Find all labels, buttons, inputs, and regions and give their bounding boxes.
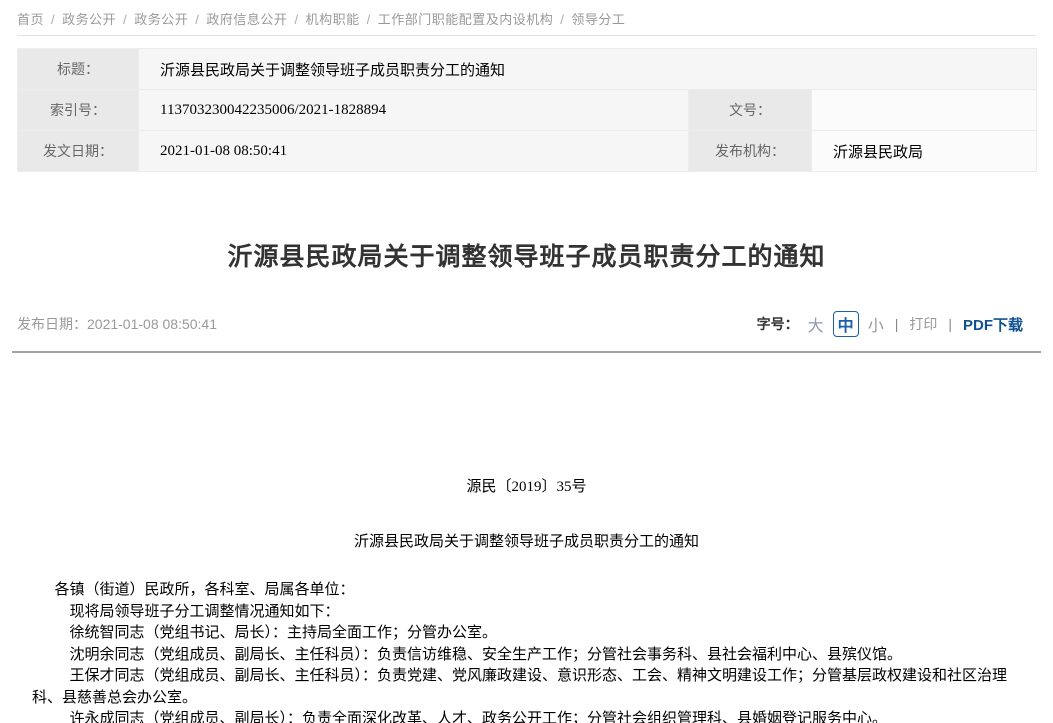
toolbar-separator: | [948, 316, 952, 332]
publish-date-label: 发布日期： [17, 316, 87, 332]
breadcrumb-divider [17, 35, 1036, 36]
breadcrumb-separator: / [51, 12, 55, 27]
breadcrumb-item-info-disclosure[interactable]: 政府信息公开 [206, 12, 287, 27]
font-size-large-button[interactable]: 大 [808, 312, 824, 336]
metadata-table: 标题： 沂源县民政局关于调整领导班子成员职责分工的通知 索引号： 1137032… [17, 48, 1036, 172]
breadcrumb-item-zwgk-1[interactable]: 政务公开 [62, 12, 116, 27]
breadcrumb: 首页 / 政务公开 / 政务公开 / 政府信息公开 / 机构职能 / 工作部门职能配置及内设机构 / 领… [0, 0, 1053, 28]
publish-date-value: 2021-01-08 08:50:41 [87, 316, 217, 332]
publish-date: 发布日期：2021-01-08 08:50:41 [17, 314, 217, 334]
article-toolbar: 字号： 大 中 小 | 打印 | PDF下载 [757, 311, 1023, 337]
meta-doc-number-label: 文号： [689, 90, 811, 130]
meta-index-value: 113703230042235006/2021-1828894 [139, 90, 688, 130]
font-size-medium-button[interactable]: 中 [833, 311, 859, 337]
breadcrumb-separator: / [123, 12, 127, 27]
breadcrumb-separator: / [367, 12, 371, 27]
meta-publisher-label: 发布机构： [689, 131, 811, 171]
page: 首页 / 政务公开 / 政务公开 / 政府信息公开 / 机构职能 / 工作部门职能配置及内设机构 / 领… [0, 0, 1053, 723]
breadcrumb-item-leadership[interactable]: 领导分工 [571, 12, 625, 27]
breadcrumb-item-dept-config[interactable]: 工作部门职能配置及内设机构 [378, 12, 554, 27]
meta-issue-date-label: 发文日期： [18, 131, 138, 171]
font-size-small-button[interactable]: 小 [868, 312, 884, 336]
publish-row: 发布日期：2021-01-08 08:50:41 字号： 大 中 小 | 打印 … [17, 311, 1023, 337]
meta-publisher-value: 沂源县民政局 [812, 131, 1036, 171]
breadcrumb-item-functions[interactable]: 机构职能 [306, 12, 360, 27]
doc-ref-number: 源民〔2019〕35号 [32, 477, 1021, 499]
font-size-label: 字号： [757, 314, 799, 334]
pdf-download-button[interactable]: PDF下载 [963, 314, 1023, 335]
print-button[interactable]: 打印 [909, 314, 937, 334]
doc-paragraph: 徐统智同志（党组书记、局长）：主持局全面工作；分管办公室。 [32, 623, 1021, 645]
meta-title-value: 沂源县民政局关于调整领导班子成员职责分工的通知 [139, 49, 1036, 89]
meta-index-label: 索引号： [18, 90, 138, 130]
doc-paragraph: 许永成同志（党组成员、副局长）：负责全面深化改革、人才、政务公开工作；分管社会组… [32, 709, 1021, 723]
breadcrumb-item-zwgk-2[interactable]: 政务公开 [134, 12, 188, 27]
document-body: 源民〔2019〕35号 沂源县民政局关于调整领导班子成员职责分工的通知 各镇（街… [32, 353, 1021, 723]
doc-paragraph: 各镇（街道）民政所，各科室、局属各单位： [32, 580, 1021, 602]
breadcrumb-separator: / [560, 12, 564, 27]
meta-title-label: 标题： [18, 49, 138, 89]
meta-doc-number-value [812, 90, 1036, 130]
page-title: 沂源县民政局关于调整领导班子成员职责分工的通知 [0, 237, 1053, 273]
doc-paragraph: 现将局领导班子分工调整情况通知如下： [32, 602, 1021, 624]
toolbar-separator: | [895, 316, 899, 332]
breadcrumb-separator: / [195, 12, 199, 27]
doc-paragraph: 王保才同志（党组成员、副局长、主任科员）：负责党建、党风廉政建设、意识形态、工会… [32, 666, 1021, 709]
breadcrumb-separator: / [294, 12, 298, 27]
breadcrumb-item-home[interactable]: 首页 [17, 12, 44, 27]
doc-paragraph: 沈明余同志（党组成员、副局长、主任科员）：负责信访维稳、安全生产工作；分管社会事… [32, 645, 1021, 667]
meta-issue-date-value: 2021-01-08 08:50:41 [139, 131, 688, 171]
doc-title: 沂源县民政局关于调整领导班子成员职责分工的通知 [32, 532, 1021, 554]
